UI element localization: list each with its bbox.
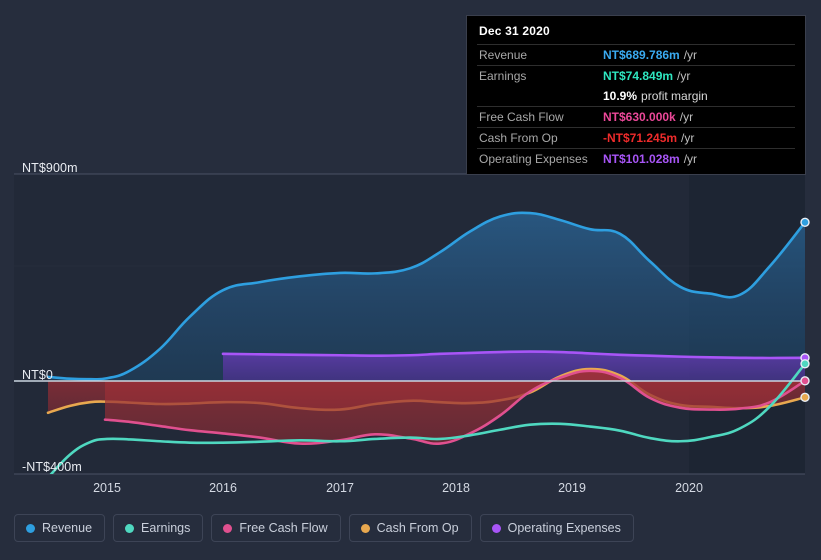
tooltip-row: Earnings NT$74.849m/yr (477, 65, 795, 86)
x-axis-tick-label: 2020 (675, 481, 703, 495)
legend-item-label: Cash From Op (376, 521, 459, 535)
tooltip-row-unit: /yr (683, 152, 698, 166)
tooltip-row-label: Cash From Op (479, 131, 558, 145)
y-axis-tick-label: -NT$400m (22, 460, 82, 474)
legend-item-revenue[interactable]: Revenue (14, 514, 106, 542)
tooltip-row-value: NT$101.028m (603, 152, 680, 166)
tooltip-rows: Revenue NT$689.786m/yr Earnings NT$74.849m /… (477, 44, 795, 169)
y-axis-tick-label: NT$900m (22, 161, 78, 175)
legend-item-operating-expenses[interactable]: Operating Expenses (479, 514, 634, 542)
tooltip-row: Operating Expenses NT$101.028m/yr (477, 148, 795, 169)
tooltip-row-unit: profit margin (641, 89, 708, 103)
legend-color-dot-icon (223, 523, 233, 533)
tooltip-row-unit: /yr (677, 69, 691, 83)
tooltip-row-value: NT$74.849m (603, 69, 674, 83)
tooltip-row-value-wrap: NT$630.000k/yr (603, 110, 693, 124)
tooltip-row: Revenue NT$689.786m/yr (477, 44, 795, 65)
tooltip-row: 10.9% profit margin (477, 86, 795, 106)
x-axis-tick-label: 2019 (558, 481, 586, 495)
tooltip-row-unit: /yr (679, 110, 694, 124)
legend-item-label: Earnings (141, 521, 191, 535)
legend-color-dot-icon (125, 523, 135, 533)
tooltip-row-label: Revenue (479, 48, 528, 62)
tooltip-row: Free Cash Flow NT$630.000k/yr (477, 106, 795, 127)
tooltip-row-value-wrap: NT$101.028m/yr (603, 152, 697, 166)
tooltip-row-value-wrap: -NT$71.245m/yr (603, 131, 694, 145)
tooltip-row-label: Operating Expenses (479, 152, 588, 166)
legend-item-free-cash-flow[interactable]: Free Cash Flow (211, 514, 341, 542)
endpoint-marker-revenue[interactable] (800, 217, 810, 228)
tooltip-row-label: Free Cash Flow (479, 110, 564, 124)
tooltip-row: Cash From Op -NT$71.245m/yr (477, 127, 795, 148)
tooltip-row-value-wrap: 10.9% profit margin (603, 89, 708, 103)
tooltip-row-unit: /yr (681, 131, 695, 145)
tooltip-row-value: 10.9% (603, 89, 638, 103)
legend-item-cash-from-op[interactable]: Cash From Op (348, 514, 472, 542)
endpoint-marker-cash-from-op[interactable] (800, 392, 810, 403)
x-axis-tick-label: 2015 (93, 481, 121, 495)
x-axis-tick-label: 2017 (326, 481, 354, 495)
endpoint-marker-earnings[interactable] (800, 359, 810, 369)
tooltip-row-label: Earnings (479, 69, 527, 83)
tooltip-row-value: NT$630.000k (603, 110, 676, 124)
tooltip-row-value: -NT$71.245m (603, 131, 678, 145)
legend-color-dot-icon (26, 523, 35, 533)
x-axis-tick-label: 2016 (209, 481, 237, 495)
legend-color-dot-icon (360, 523, 370, 533)
legend-item-label: Operating Expenses (507, 521, 621, 535)
tooltip-row-unit: /yr (683, 48, 698, 62)
legend-item-label: Free Cash Flow (239, 521, 328, 535)
tooltip-date: Dec 31 2020 (479, 24, 550, 38)
data-tooltip: Dec 31 2020 Revenue NT$689.786m/yr Earning… (466, 15, 806, 175)
legend-color-dot-icon (491, 523, 501, 533)
y-axis-tick-label: NT$0 (22, 368, 53, 382)
tooltip-row-value-wrap: NT$689.786m/yr (603, 48, 697, 62)
tooltip-row-value: NT$689.786m (603, 48, 680, 62)
x-axis-tick-label: 2018 (442, 481, 470, 495)
chart-legend[interactable]: Revenue Earnings Free Cash Flow Cash From O… (14, 514, 634, 542)
financial-chart: NT$900m NT$0 -NT$400m 2015 2016 2017 2018 2019… (0, 0, 821, 560)
legend-item-earnings[interactable]: Earnings (113, 514, 204, 542)
legend-item-label: Revenue (42, 521, 93, 535)
endpoint-marker-free-cash-flow[interactable] (800, 376, 810, 386)
tooltip-row-value-wrap: NT$74.849m/yr (603, 69, 690, 83)
